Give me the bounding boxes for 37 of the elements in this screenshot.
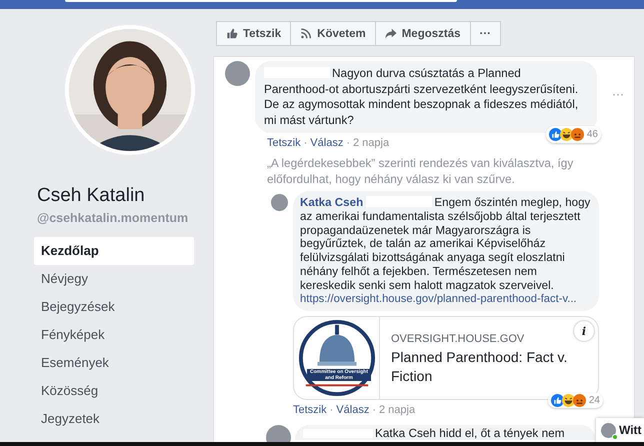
comment-text: Katka Cseh hidd el, őt a tények nem <box>303 426 565 440</box>
comment-text: Nagyon durva csúsztatás a Planned Parenthood-ot abortuszpárti szervezetként leegyszerűsíteni. De az agymosottak mindent beszopnak a fideszes médiától, mi mást vártunk? <box>264 66 580 128</box>
reaction-count: 46 <box>586 128 598 142</box>
chat-name: Witt <box>619 423 642 437</box>
nav-item[interactable]: Bejegyzések <box>34 293 194 321</box>
more-button[interactable]: ··· <box>470 21 502 46</box>
link-domain: OVERSIGHT.HOUSE.GOV <box>391 333 526 346</box>
reply-text: Katka Cseh Engem őszintén meglep, hogy az amerikai fundamentalista szélsőjobb által terjesztett propagandaüzenetek már Magyarországra is begyűrűztek, de talán az amerikai Képviselőház felülvizsgálati bizottságának anyaga segít eloszlatni néhány felhőt a fejekben. Természetesen nem kereskedik senki sem halott magzatok szerveivel. <box>300 196 592 293</box>
nav-item[interactable]: Fényképek <box>34 321 194 349</box>
separator-dot: · <box>372 404 376 418</box>
page-action-button[interactable]: Megosztás <box>374 21 471 46</box>
link[interactable]: https://oversight.house.gov/planned-parenthood-fact-v... <box>300 292 592 306</box>
comment-time: 2 napja <box>353 137 390 150</box>
nav-item[interactable]: Kezdőlap <box>34 237 194 265</box>
comment-time: 2 napja <box>379 404 416 418</box>
share-icon <box>384 28 397 39</box>
separator-dot: · <box>330 404 334 418</box>
nav-item[interactable]: Névjegy <box>34 265 194 293</box>
nav-item[interactable]: Közösség <box>34 377 194 405</box>
comment-action-link[interactable]: Válasz <box>310 137 344 150</box>
page-action-button[interactable]: Követem <box>290 21 376 46</box>
separator-dot: · <box>304 137 308 150</box>
nav-item[interactable]: Jegyzetek <box>34 405 194 433</box>
thumbs-up-icon <box>226 28 238 39</box>
feed-icon <box>300 28 312 39</box>
info-button[interactable]: i <box>574 321 594 342</box>
separator-dot: · <box>346 137 350 150</box>
comment-action-link[interactable]: Válasz <box>336 404 370 418</box>
page-handle: @csehkatalin.momentum <box>37 211 188 225</box>
chat-tab[interactable]: Witt <box>596 418 644 442</box>
comment-action-link[interactable]: Tetszik <box>293 404 327 418</box>
link-title: Planned Parenthood: Fact v. Fiction <box>391 348 568 386</box>
sort-notice: „A legérdekesebbek” szerinti rendezés van kiválasztva, így előfordulhat, hogy néhány válasz ki van szűrve. <box>267 156 574 187</box>
page-name: Cseh Katalin <box>37 185 145 207</box>
comment-action-link[interactable]: Tetszik <box>267 137 301 150</box>
page-action-button[interactable]: Tetszik <box>216 21 292 46</box>
nav-item[interactable]: Események <box>34 349 194 377</box>
